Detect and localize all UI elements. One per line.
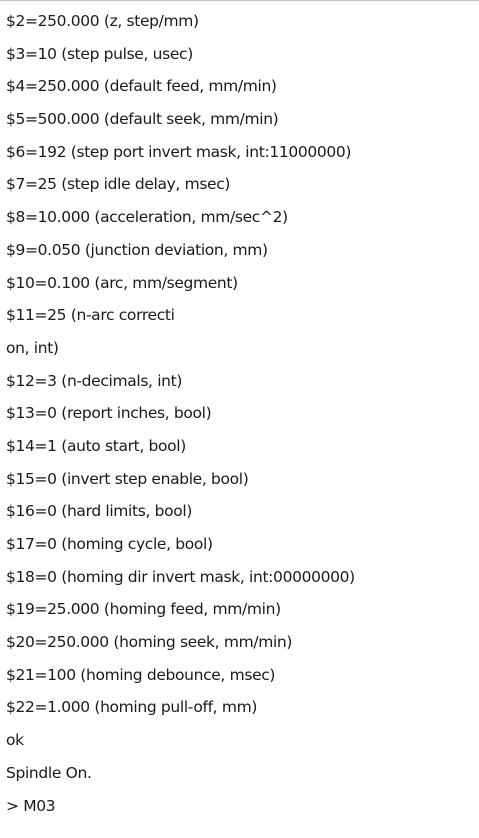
console-output[interactable]: $2=250.000 (z, step/mm) $3=10 (step puls… (0, 0, 479, 838)
console-line: $18=0 (homing dir invert mask, int:00000… (6, 567, 355, 586)
console-line: $22=1.000 (homing pull-off, mm) (6, 698, 258, 717)
console-line: $6=192 (step port invert mask, int:11000… (6, 142, 352, 161)
console-line: $10=0.100 (arc, mm/segment) (6, 273, 238, 292)
console-line: > M03 (6, 796, 56, 815)
console-line: $14=1 (auto start, bool) (6, 436, 186, 455)
console-line: $8=10.000 (acceleration, mm/sec^2) (6, 208, 288, 227)
console-line: $17=0 (homing cycle, bool) (6, 535, 213, 553)
console-line: $12=3 (n-decimals, int) (6, 371, 183, 390)
console-line: $15=0 (invert step enable, bool) (6, 469, 249, 488)
console-line: $16=0 (hard limits, bool) (6, 502, 193, 521)
console-line: $11=25 (n-arc correcti (6, 306, 175, 325)
console-line: $4=250.000 (default feed, mm/min) (6, 77, 277, 96)
console-line: $2=250.000 (z, step/mm) (6, 12, 199, 30)
console-line: ok (6, 731, 24, 750)
console-line: on, int) (6, 338, 59, 357)
console-line: $19=25.000 (homing feed, mm/min) (6, 600, 281, 619)
console-line: $5=500.000 (default seek, mm/min) (6, 110, 279, 129)
console-line: $13=0 (report inches, bool) (6, 404, 212, 423)
console-line: $7=25 (step idle delay, msec) (6, 175, 231, 194)
console-line: $20=250.000 (homing seek, mm/min) (6, 633, 293, 652)
console-line: $3=10 (step pulse, usec) (6, 44, 193, 63)
console-line: Spindle On. (6, 763, 92, 782)
console-line: $21=100 (homing debounce, msec) (6, 665, 276, 684)
console-line: $9=0.050 (junction deviation, mm) (6, 240, 268, 259)
